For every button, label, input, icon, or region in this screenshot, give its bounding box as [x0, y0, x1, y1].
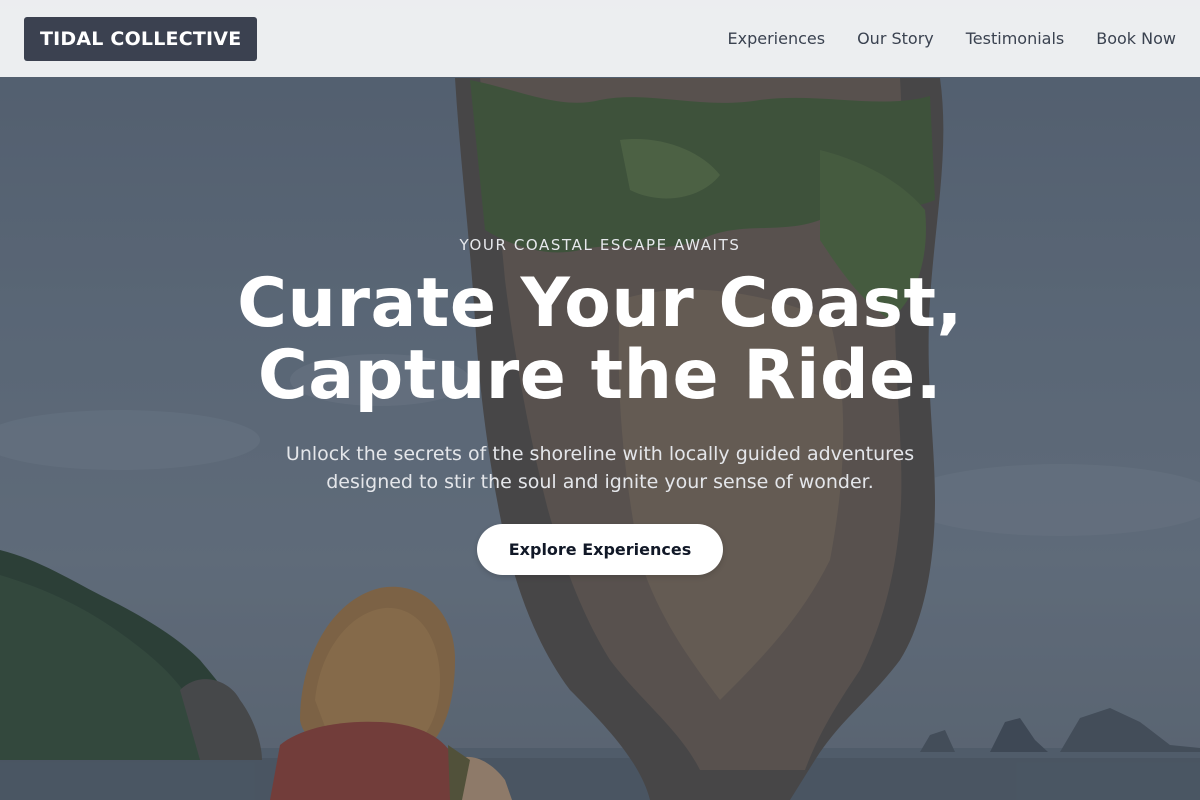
nav-link-book-now[interactable]: Book Now: [1096, 29, 1176, 48]
nav-link-our-story[interactable]: Our Story: [857, 29, 934, 48]
nav-link-experiences[interactable]: Experiences: [728, 29, 826, 48]
hero-content: YOUR COASTAL ESCAPE AWAITS Curate Your C…: [0, 236, 1200, 575]
main-nav: Experiences Our Story Testimonials Book …: [728, 29, 1176, 48]
explore-experiences-button[interactable]: Explore Experiences: [476, 524, 724, 575]
site-logo[interactable]: TIDAL COLLECTIVE: [24, 16, 258, 61]
hero-headline-line2: Capture the Ride.: [257, 336, 943, 415]
hero-headline: Curate Your Coast, Capture the Ride.: [0, 268, 1200, 412]
hero-headline-line1: Curate Your Coast,: [237, 264, 963, 343]
site-header: TIDAL COLLECTIVE Experiences Our Story T…: [0, 0, 1200, 77]
hero-subtext: Unlock the secrets of the shoreline with…: [285, 443, 915, 493]
nav-link-testimonials[interactable]: Testimonials: [966, 29, 1065, 48]
hero-eyebrow: YOUR COASTAL ESCAPE AWAITS: [459, 236, 741, 254]
